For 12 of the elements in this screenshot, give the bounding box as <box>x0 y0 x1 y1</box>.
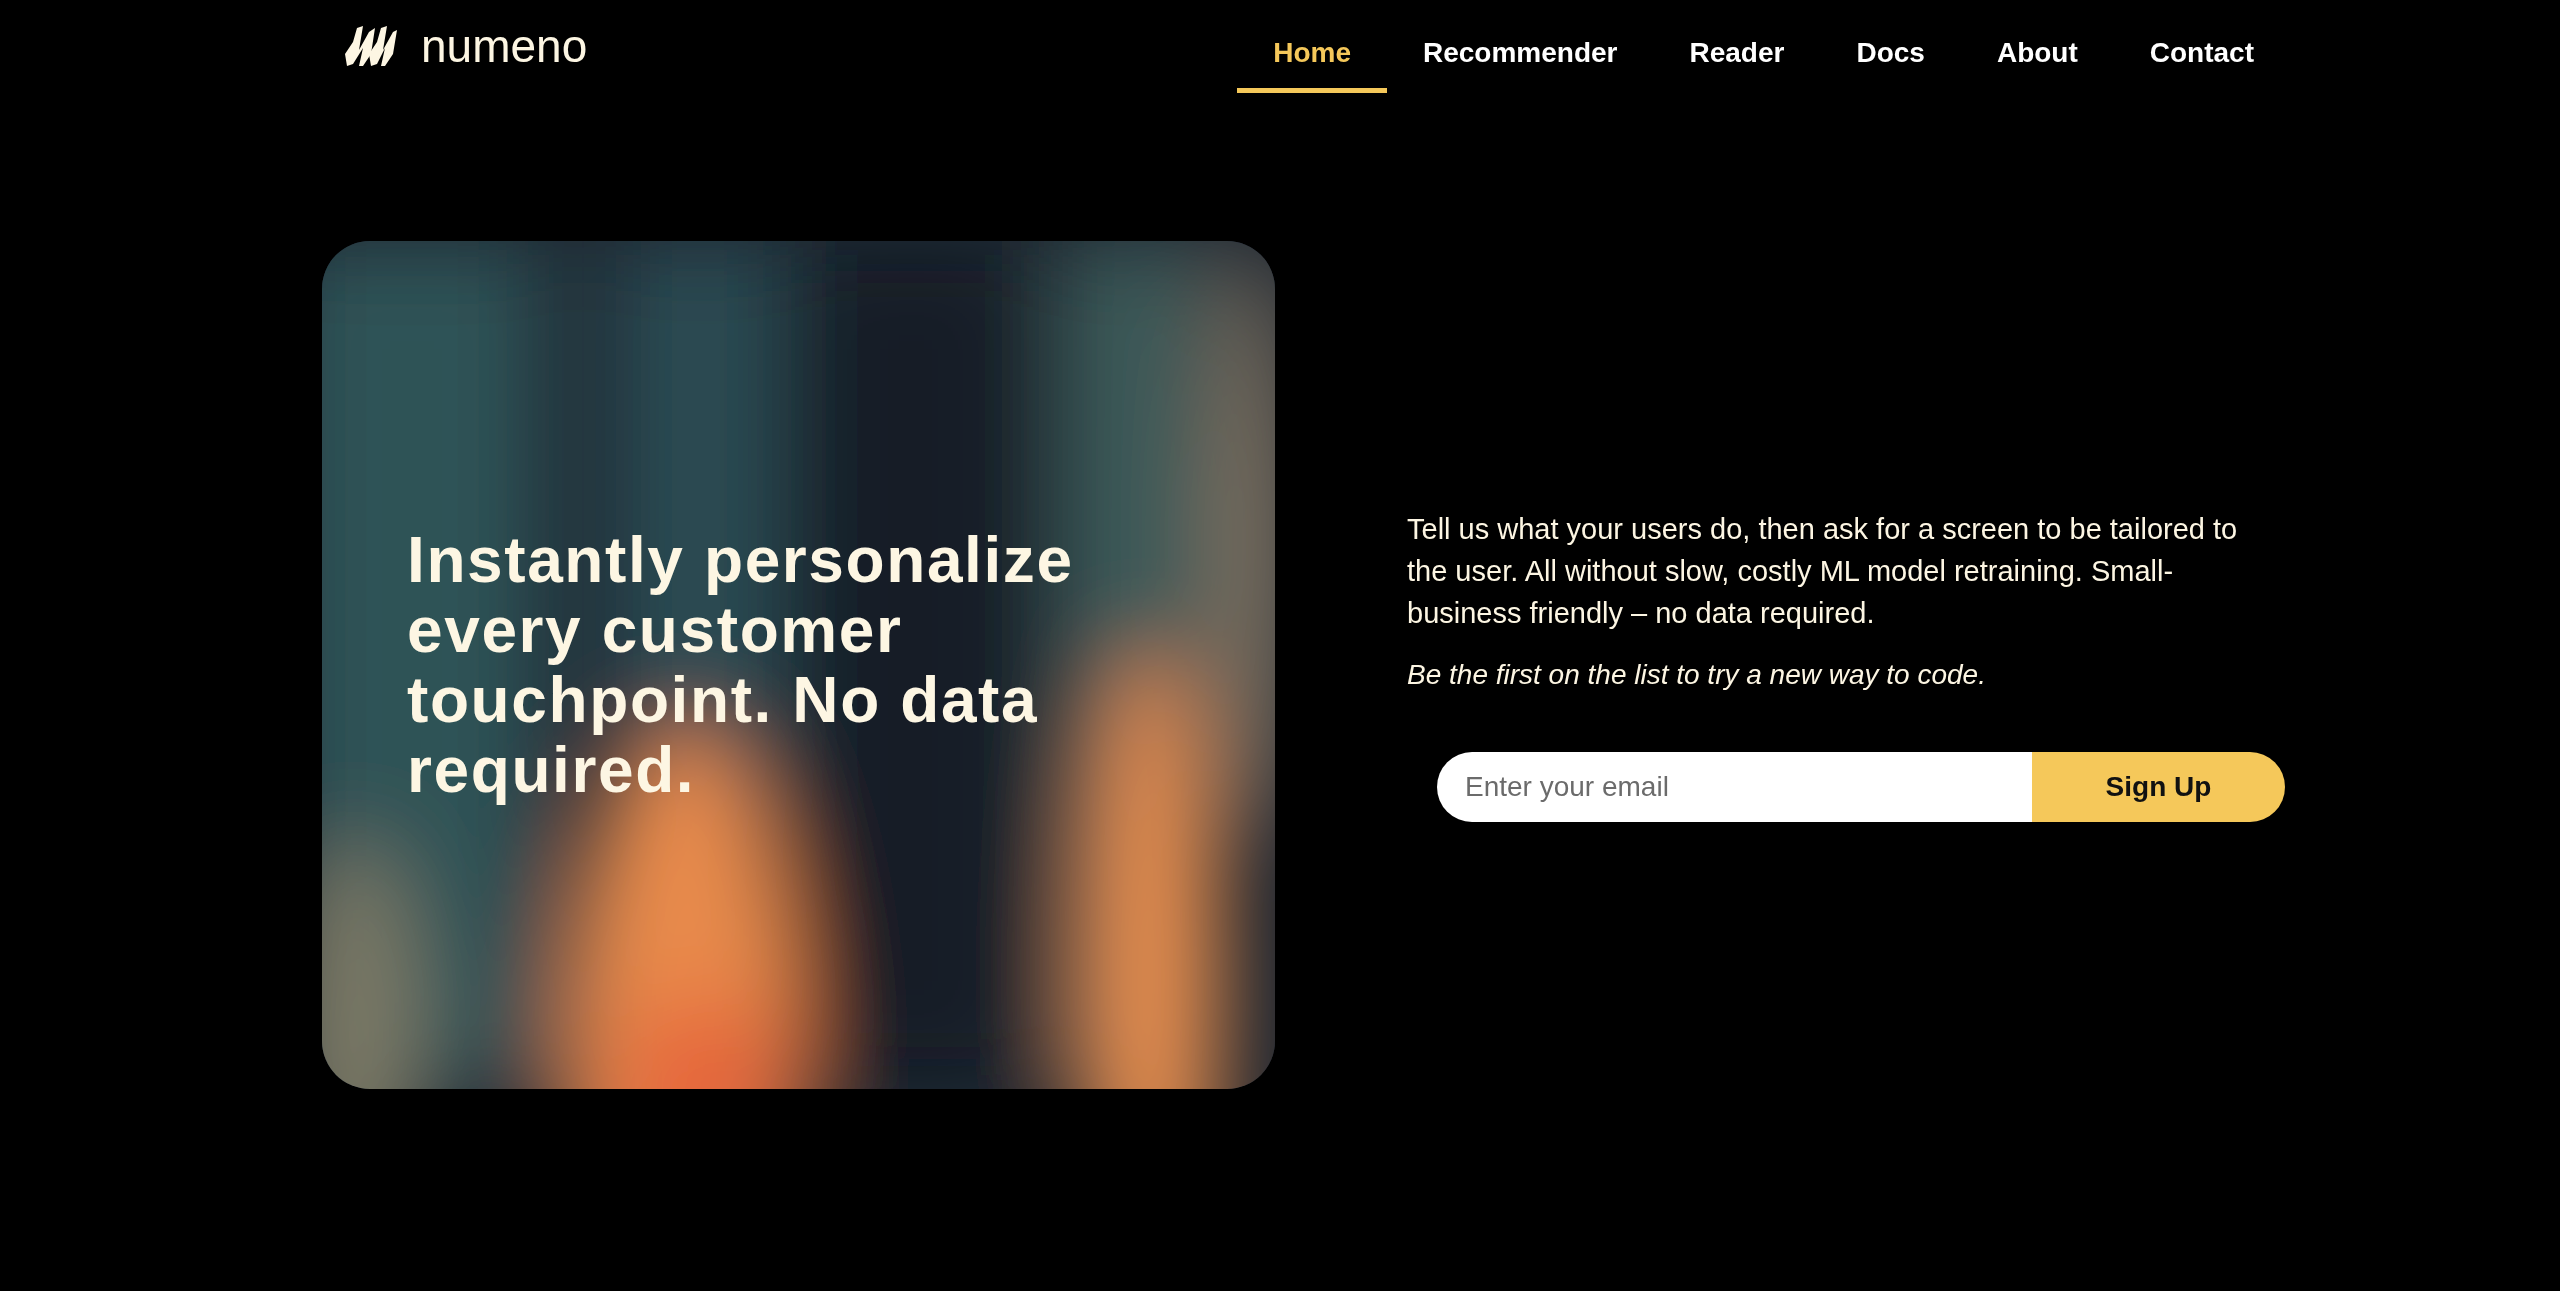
brand-name: numeno <box>421 23 588 69</box>
intro-text: Tell us what your users do, then ask for a screen to be tailored to the user. All without slow, costly ML model retraining. Small-business friendly – no data required. <box>1407 512 2239 631</box>
nav-tab[interactable]: Reader <box>1653 20 1821 93</box>
email-field[interactable]: Enter your email <box>1437 752 2032 822</box>
nav-tab[interactable]: Contact <box>2113 20 2290 93</box>
sign-up-button[interactable]: Sign Up <box>2032 752 2285 822</box>
nav-tab[interactable]: Docs <box>1820 20 1961 93</box>
tagline: Be the first on the list to try a new way to code. <box>1407 658 1987 692</box>
logo-icon <box>343 24 399 68</box>
nav-tab[interactable]: Home <box>1237 20 1387 93</box>
nav-tab[interactable]: About <box>1960 20 2114 93</box>
nav-tab[interactable]: Recommender <box>1387 20 1654 93</box>
